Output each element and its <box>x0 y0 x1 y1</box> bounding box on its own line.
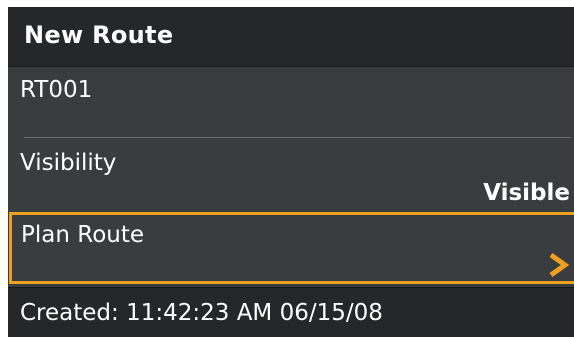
visibility-setting[interactable]: Visibility Visible <box>8 138 574 210</box>
plan-route-button[interactable]: Plan Route <box>9 212 574 284</box>
visibility-label: Visibility <box>20 150 117 176</box>
route-name-field[interactable]: RT001 <box>8 67 574 137</box>
plan-route-label: Plan Route <box>21 222 145 248</box>
created-timestamp: Created: 11:42:23 AM 06/15/08 <box>20 300 383 326</box>
dialog-title: New Route <box>24 21 174 49</box>
route-name-value: RT001 <box>20 77 93 103</box>
status-footer: Created: 11:42:23 AM 06/15/08 <box>8 287 574 337</box>
new-route-dialog: New Route RT001 Visibility Visible Plan … <box>8 7 574 337</box>
chevron-right-icon <box>549 252 570 278</box>
dialog-header: New Route <box>8 7 574 67</box>
visibility-value: Visible <box>483 180 570 206</box>
